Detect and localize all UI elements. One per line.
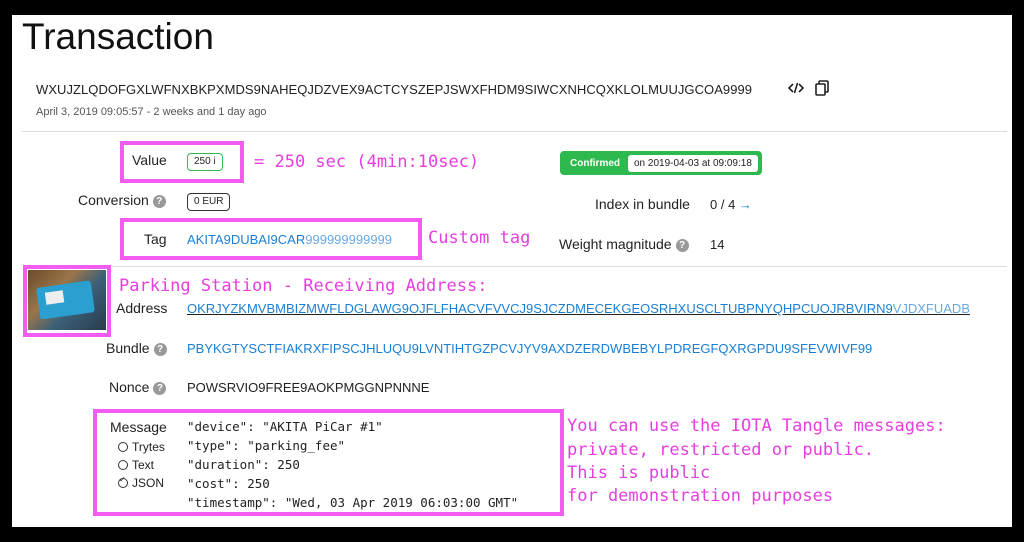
radio-trytes[interactable]: Trytes	[118, 440, 165, 454]
radio-json[interactable]: JSON	[118, 475, 165, 490]
message-annotation-4: for demonstration purposes	[567, 486, 834, 506]
message-annotation-2: private, restricted or public.	[567, 440, 875, 460]
radio-text[interactable]: Text	[118, 458, 154, 472]
conversion-label: Conversion?	[78, 192, 166, 208]
message-label: Message	[110, 419, 167, 435]
conversion-label-text: Conversion	[78, 192, 149, 208]
help-icon[interactable]: ?	[675, 239, 689, 252]
status-text: Confirmed	[570, 157, 620, 169]
address-annotation: Parking Station - Receiving Address:	[119, 276, 488, 296]
message-line: "type": "parking_fee"	[187, 438, 346, 453]
message-line: "timestamp": "Wed, 03 Apr 2019 06:03:00 …	[187, 495, 519, 510]
status-badge: Confirmed on 2019-04-03 at 09:09:18	[560, 151, 762, 175]
index-text: 0 / 4	[710, 197, 736, 212]
help-icon[interactable]: ?	[153, 382, 167, 395]
status-date: on 2019-04-03 at 09:09:18	[628, 154, 758, 172]
value-label: Value	[132, 152, 167, 168]
address-checksum[interactable]: VJDXFUADB	[893, 301, 970, 316]
transaction-hash[interactable]: WXUJZLQDOFGXLWFNXBKPXMDS9NAHEQJDZVEX9ACT…	[36, 82, 752, 97]
radio-label: Text	[132, 458, 155, 472]
nonce-label-text: Nonce	[109, 379, 150, 395]
tag-label: Tag	[144, 231, 167, 247]
bundle-label: Bundle?	[106, 340, 167, 356]
nonce-value: POWSRVIO9FREE9AOKPMGGNPNNNE	[187, 380, 430, 395]
arrow-right-icon[interactable]: →	[739, 197, 752, 212]
bundle-link[interactable]: PBYKGTYSCTFIAKRXFIPSCJHLUQU9LVNTIHTGZPCV…	[187, 341, 872, 356]
copy-icon[interactable]	[814, 80, 830, 101]
divider	[22, 131, 1007, 132]
parking-station-photo	[28, 270, 106, 330]
code-icon[interactable]	[787, 80, 805, 101]
index-label: Index in bundle	[595, 196, 690, 212]
divider	[112, 266, 1007, 267]
radio-circle-icon[interactable]	[118, 460, 128, 470]
address-main[interactable]: OKRJYZKMVBMBIZMWFLDGLAWG9OJFLFHACVFVVCJ9…	[187, 301, 893, 316]
index-value: 0 / 4 →	[710, 197, 752, 212]
address-label: Address	[116, 300, 168, 316]
help-icon[interactable]: ?	[153, 343, 167, 356]
radio-label: JSON	[132, 476, 165, 490]
tag-main[interactable]: AKITA9DUBAI9CAR	[187, 232, 305, 247]
address-link[interactable]: OKRJYZKMVBMBIZMWFLDGLAWG9OJFLFHACVFVVCJ9…	[187, 301, 970, 316]
help-icon[interactable]: ?	[152, 195, 166, 208]
hash-tools	[787, 80, 830, 101]
message-line: "duration": 250	[187, 457, 300, 472]
tag-padding[interactable]: 999999999999	[305, 232, 392, 247]
weight-label: Weight magnitude?	[559, 236, 689, 252]
radio-checked-icon[interactable]	[118, 475, 128, 488]
weight-value: 14	[710, 237, 725, 252]
value-badge: 250 i	[187, 153, 223, 171]
radio-circle-icon[interactable]	[118, 442, 128, 452]
conversion-badge: 0 EUR	[187, 193, 231, 211]
tag-value[interactable]: AKITA9DUBAI9CAR999999999999	[187, 232, 392, 247]
value-annotation: = 250 sec (4min:10sec)	[254, 152, 480, 172]
weight-label-text: Weight magnitude	[559, 236, 672, 252]
message-content: "device": "AKITA PiCar #1" "type": "parki…	[187, 417, 518, 512]
nonce-label: Nonce?	[109, 379, 167, 395]
transaction-timestamp: April 3, 2019 09:05:57 - 2 weeks and 1 d…	[36, 106, 267, 118]
message-line: "device": "AKITA PiCar #1"	[187, 419, 383, 434]
message-annotation-1: You can use the IOTA Tangle messages:	[567, 416, 946, 436]
page-title: Transaction	[22, 16, 214, 57]
message-annotation-3: This is public	[567, 463, 711, 483]
tag-annotation: Custom tag	[428, 228, 531, 248]
bundle-label-text: Bundle	[106, 340, 150, 356]
message-line: "cost": 250	[187, 476, 270, 491]
radio-label: Trytes	[132, 440, 165, 454]
